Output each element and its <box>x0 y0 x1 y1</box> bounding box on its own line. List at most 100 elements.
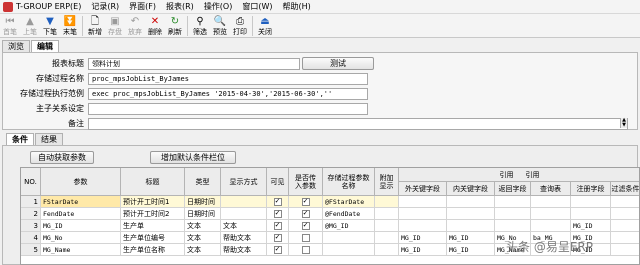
query-table-cell[interactable] <box>531 220 571 232</box>
visible-checkbox[interactable]: ✓ <box>273 221 282 230</box>
ret-field-cell[interactable] <box>495 220 531 232</box>
ext-key-cell[interactable]: MG_ID <box>399 244 447 256</box>
param-cell[interactable]: FendDate <box>41 208 121 220</box>
menu-item-report[interactable]: 报表(R) <box>166 1 194 12</box>
type-cell[interactable]: 日期时间 <box>185 208 221 220</box>
proc-param-cell[interactable] <box>323 232 375 244</box>
proc-param-cell[interactable]: @MG_ID <box>323 220 375 232</box>
display-cell[interactable]: 帮助文本 <box>221 244 267 256</box>
int-key-cell[interactable] <box>447 208 495 220</box>
int-key-cell[interactable] <box>447 220 495 232</box>
query-table-cell[interactable] <box>531 196 571 208</box>
ret-field-cell[interactable] <box>495 196 531 208</box>
ext-key-cell[interactable] <box>399 220 447 232</box>
proc-example-input[interactable]: exec proc_mpsJobList_ByJames '2015-04-30… <box>88 87 368 100</box>
next-record-button[interactable]: ▼ 下笔 <box>40 14 60 38</box>
reg-field-cell[interactable]: MG_ID <box>571 220 611 232</box>
menu-item-interface[interactable]: 界面(F) <box>129 1 156 12</box>
header-ret-field: 返回字段 <box>495 182 531 196</box>
print-button[interactable]: ⎙ 打印 <box>230 14 250 38</box>
extra-cell[interactable] <box>375 208 399 220</box>
refresh-button[interactable]: ↻ 刷新 <box>165 14 185 38</box>
param-cell[interactable]: MG_ID <box>41 220 121 232</box>
param-cell[interactable]: FStarDate <box>41 196 121 208</box>
close-button[interactable]: ⏏ 关闭 <box>255 14 275 38</box>
new-button[interactable]: 🗋 新增 <box>85 14 105 38</box>
remark-input[interactable] <box>88 117 628 130</box>
add-default-field-button[interactable]: 增加默认条件栏位 <box>150 151 236 164</box>
type-cell[interactable]: 日期时间 <box>185 196 221 208</box>
visible-checkbox[interactable]: ✓ <box>273 245 282 254</box>
title-cell[interactable]: 生产单 <box>121 220 185 232</box>
menu-item-window[interactable]: 窗口(W) <box>242 1 272 12</box>
first-icon: ⏮ <box>5 15 15 27</box>
display-cell[interactable] <box>221 196 267 208</box>
ext-key-cell[interactable] <box>399 208 447 220</box>
pass-param-checkbox[interactable]: ✓ <box>301 221 310 230</box>
ext-key-cell[interactable]: MG_ID <box>399 232 447 244</box>
tab-results[interactable]: 结果 <box>35 133 63 145</box>
filter-cell[interactable] <box>611 196 639 208</box>
pass-param-checkbox[interactable] <box>301 233 310 242</box>
tab-conditions[interactable]: 条件 <box>6 133 34 145</box>
first-record-button[interactable]: ⏮ 首笔 <box>0 14 20 38</box>
ret-field-cell[interactable] <box>495 208 531 220</box>
visible-checkbox[interactable]: ✓ <box>273 233 282 242</box>
remark-scrollbar[interactable]: ▲ ▼ <box>620 118 627 128</box>
extra-cell[interactable] <box>375 244 399 256</box>
display-cell[interactable] <box>221 208 267 220</box>
display-cell[interactable]: 帮助文本 <box>221 232 267 244</box>
preview-button[interactable]: 🔍 预览 <box>210 14 230 38</box>
title-cell[interactable]: 生产单位名称 <box>121 244 185 256</box>
prev-record-button[interactable]: ▲ 上笔 <box>20 14 40 38</box>
pass-param-checkbox[interactable]: ✓ <box>301 197 310 206</box>
display-cell[interactable]: 文本 <box>221 220 267 232</box>
report-title-input[interactable]: 领料计划 <box>88 57 300 70</box>
menu-item-help[interactable]: 帮助(H) <box>283 1 311 12</box>
param-cell[interactable]: MG_Name <box>41 244 121 256</box>
title-cell[interactable]: 生产单位编号 <box>121 232 185 244</box>
pass-param-checkbox[interactable] <box>301 245 310 254</box>
auto-get-params-button[interactable]: 自动获取参数 <box>30 151 94 164</box>
visible-checkbox[interactable]: ✓ <box>273 209 282 218</box>
filter-button[interactable]: ⚲ 筛选 <box>190 14 210 38</box>
param-cell[interactable]: MG_No <box>41 232 121 244</box>
menu-item-operation[interactable]: 操作(O) <box>204 1 233 12</box>
type-cell[interactable]: 文本 <box>185 220 221 232</box>
tab-edit[interactable]: 编辑 <box>31 40 59 52</box>
reg-field-cell[interactable] <box>571 196 611 208</box>
filter-cell[interactable] <box>611 208 639 220</box>
filter-cell[interactable] <box>611 232 639 244</box>
int-key-cell[interactable]: MG_ID <box>447 244 495 256</box>
int-key-cell[interactable]: MG_ID <box>447 232 495 244</box>
query-table-cell[interactable] <box>531 208 571 220</box>
tab-browse[interactable]: 浏览 <box>2 40 30 52</box>
int-key-cell[interactable] <box>447 196 495 208</box>
test-button[interactable]: 测试 <box>302 57 374 70</box>
header-int-key: 内关键字段 <box>447 182 495 196</box>
save-button[interactable]: ▣ 存盘 <box>105 14 125 38</box>
last-record-button[interactable]: ⏬ 末笔 <box>60 14 80 38</box>
extra-cell[interactable] <box>375 196 399 208</box>
delete-button[interactable]: ✕ 删除 <box>145 14 165 38</box>
type-cell[interactable]: 文本 <box>185 232 221 244</box>
discard-button[interactable]: ↶ 放弃 <box>125 14 145 38</box>
extra-cell[interactable] <box>375 232 399 244</box>
proc-param-cell[interactable]: @FendDate <box>323 208 375 220</box>
extra-cell[interactable] <box>375 220 399 232</box>
filter-cell[interactable] <box>611 244 639 256</box>
proc-param-cell[interactable] <box>323 244 375 256</box>
menu-item-record[interactable]: 记录(R) <box>91 1 119 12</box>
visible-checkbox[interactable]: ✓ <box>273 197 282 206</box>
menu-item-app[interactable]: T-GROUP ERP(E) <box>16 2 81 11</box>
proc-name-input[interactable]: proc_mpsJobList_ByJames <box>88 72 368 85</box>
reg-field-cell[interactable] <box>571 208 611 220</box>
master-detail-input[interactable] <box>88 102 368 115</box>
pass-param-checkbox[interactable]: ✓ <box>301 209 310 218</box>
title-cell[interactable]: 预计开工时间2 <box>121 208 185 220</box>
proc-param-cell[interactable]: @FStarDate <box>323 196 375 208</box>
ext-key-cell[interactable] <box>399 196 447 208</box>
filter-cell[interactable] <box>611 220 639 232</box>
title-cell[interactable]: 预计开工时间1 <box>121 196 185 208</box>
type-cell[interactable]: 文本 <box>185 244 221 256</box>
